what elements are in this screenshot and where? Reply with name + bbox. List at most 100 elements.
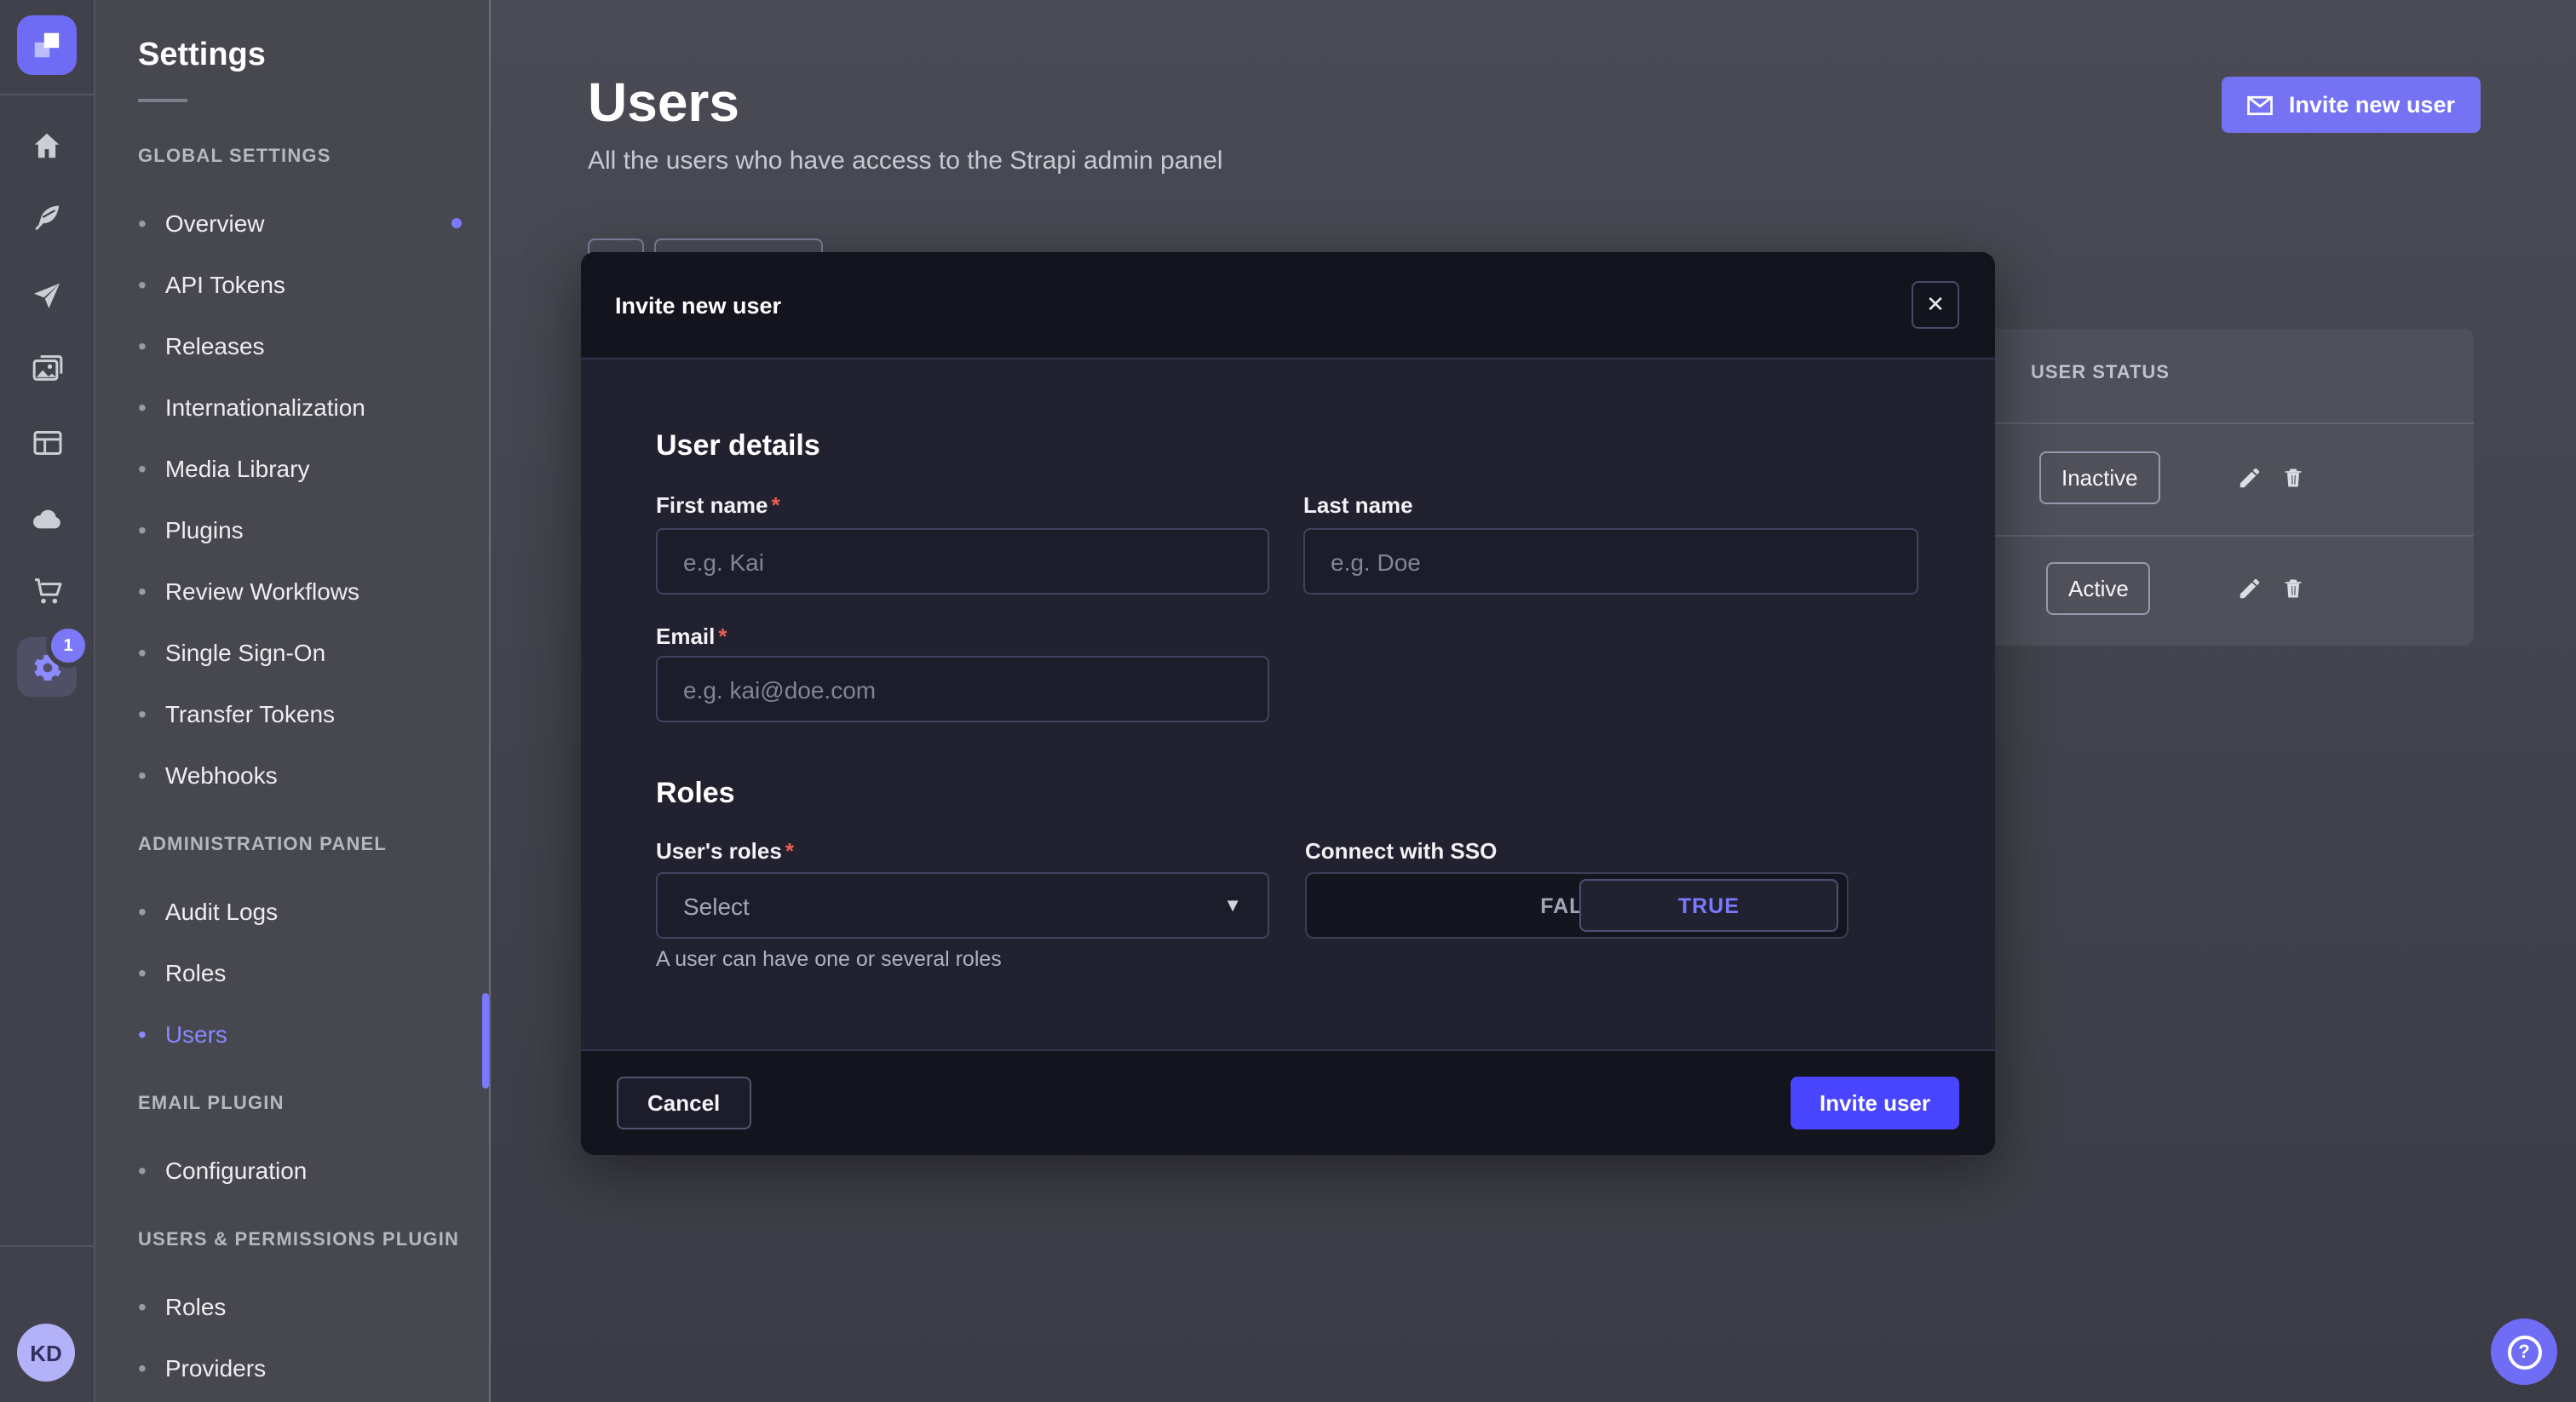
- settings-sidebar: Settings GLOBAL SETTINGS • Overview • AP…: [94, 0, 491, 1402]
- title-underline: [138, 99, 187, 102]
- rail-item-home[interactable]: [0, 114, 94, 175]
- strapi-logo-icon: [31, 29, 63, 61]
- page-title: Users: [588, 72, 739, 135]
- bullet-icon: •: [138, 395, 147, 419]
- sidebar-item-internationalization[interactable]: • Internationalization: [94, 376, 489, 438]
- required-asterisk: *: [785, 838, 794, 864]
- sidebar-item-users[interactable]: • Users: [94, 1003, 489, 1065]
- cancel-button[interactable]: Cancel: [617, 1077, 750, 1129]
- delete-button[interactable]: [2273, 567, 2314, 608]
- close-button[interactable]: ✕: [1912, 281, 1959, 329]
- rail-item-content[interactable]: [0, 186, 94, 247]
- sso-label: Connect with SSO: [1305, 838, 1497, 864]
- app-rail: 1 KD: [0, 0, 95, 1402]
- required-asterisk: *: [718, 623, 727, 649]
- sidebar-item-api-tokens[interactable]: • API Tokens: [94, 254, 489, 315]
- last-name-label: Last name: [1303, 492, 1413, 518]
- pencil-icon: [2236, 575, 2262, 600]
- sidebar-item-webhooks[interactable]: • Webhooks: [94, 744, 489, 806]
- images-icon: [30, 351, 64, 385]
- sso-toggle: FALSE TRUE: [1305, 872, 1849, 939]
- sidebar-item-configuration[interactable]: • Configuration: [94, 1140, 489, 1201]
- section-label-users-permissions-plugin: USERS & PERMISSIONS PLUGIN: [138, 1230, 489, 1252]
- first-name-input[interactable]: [656, 528, 1269, 595]
- sidebar-item-transfer-tokens[interactable]: • Transfer Tokens: [94, 683, 489, 744]
- strapi-logo[interactable]: [17, 15, 77, 75]
- rail-item-content-type-builder[interactable]: [0, 412, 94, 474]
- chevron-down-icon: ▼: [1223, 895, 1242, 916]
- bullet-icon: •: [138, 1158, 147, 1182]
- rail-item-deploy[interactable]: [0, 264, 94, 325]
- section-label-email-plugin: EMAIL PLUGIN: [138, 1094, 489, 1116]
- sidebar-item-single-sign-on[interactable]: • Single Sign-On: [94, 622, 489, 683]
- bullet-icon: •: [138, 579, 147, 603]
- last-name-input[interactable]: [1303, 528, 1918, 595]
- bullet-icon: •: [138, 702, 147, 726]
- modal-header: Invite new user ✕: [581, 252, 1995, 359]
- question-icon: ?: [2507, 1335, 2541, 1369]
- sidebar-item-plugins[interactable]: • Plugins: [94, 499, 489, 560]
- app-window: 1 KD Settings GLOBAL SETTINGS • Overview…: [0, 0, 2576, 1402]
- bullet-icon: •: [138, 273, 147, 296]
- delete-button[interactable]: [2273, 457, 2314, 497]
- section-label-administration-panel: ADMINISTRATION PANEL: [138, 835, 489, 857]
- status-badge: Inactive: [2039, 451, 2160, 504]
- layout-icon: [30, 426, 64, 460]
- status-badge: Active: [2046, 562, 2151, 615]
- email-input[interactable]: [656, 656, 1269, 722]
- rail-item-media-library[interactable]: [0, 337, 94, 399]
- edit-button[interactable]: [2228, 457, 2269, 497]
- roles-select[interactable]: Select ▼: [656, 872, 1269, 939]
- settings-title: Settings: [138, 37, 489, 75]
- bullet-icon: •: [138, 1022, 147, 1046]
- notifications-badge: 1: [46, 623, 90, 668]
- sso-option-true[interactable]: TRUE: [1579, 879, 1838, 932]
- sidebar-item-media-library[interactable]: • Media Library: [94, 438, 489, 499]
- roles-hint: A user can have one or several roles: [656, 947, 1002, 971]
- first-name-label: First name*: [656, 492, 780, 518]
- bullet-icon: •: [138, 899, 147, 923]
- sidebar-item-audit-logs[interactable]: • Audit Logs: [94, 881, 489, 942]
- rail-item-cloud[interactable]: [0, 487, 94, 549]
- pencil-icon: [2236, 464, 2262, 490]
- help-button[interactable]: ?: [2491, 1319, 2557, 1385]
- invite-user-button[interactable]: Invite user: [1791, 1077, 1959, 1129]
- notification-dot: [451, 218, 462, 228]
- bullet-icon: •: [138, 457, 147, 480]
- bullet-icon: •: [138, 1356, 147, 1380]
- section-label-global-settings: GLOBAL SETTINGS: [138, 147, 489, 169]
- invite-new-user-button[interactable]: Invite new user: [2222, 77, 2481, 133]
- bullet-icon: •: [138, 763, 147, 787]
- invite-user-modal: Invite new user ✕ User details First nam…: [581, 252, 1995, 1153]
- roles-heading: Roles: [656, 777, 735, 811]
- invite-new-user-label: Invite new user: [2289, 92, 2455, 118]
- sidebar-item-providers[interactable]: • Providers: [94, 1337, 489, 1399]
- users-roles-label: User's roles*: [656, 838, 794, 864]
- modal-title: Invite new user: [615, 252, 781, 358]
- trash-icon: [2281, 464, 2305, 490]
- trash-icon: [2281, 575, 2305, 600]
- roles-select-value: Select: [683, 892, 1223, 919]
- sidebar-item-admin-roles[interactable]: • Roles: [94, 942, 489, 1003]
- email-label: Email*: [656, 623, 727, 649]
- sidebar-item-overview[interactable]: • Overview: [94, 192, 489, 254]
- modal-footer: Cancel Invite user: [581, 1049, 1995, 1155]
- sidebar-scrollbar-thumb[interactable]: [482, 993, 489, 1089]
- cloud-icon: [29, 500, 65, 536]
- bullet-icon: •: [138, 961, 147, 985]
- bullet-icon: •: [138, 1295, 147, 1319]
- user-avatar[interactable]: KD: [17, 1324, 75, 1382]
- required-asterisk: *: [772, 492, 780, 518]
- paper-plane-icon: [31, 279, 63, 311]
- bullet-icon: •: [138, 211, 147, 235]
- user-details-heading: User details: [656, 429, 820, 463]
- sidebar-item-review-workflows[interactable]: • Review Workflows: [94, 560, 489, 622]
- edit-button[interactable]: [2228, 567, 2269, 608]
- sidebar-item-releases[interactable]: • Releases: [94, 315, 489, 376]
- bullet-icon: •: [138, 641, 147, 664]
- home-icon: [31, 129, 63, 161]
- column-header-user-status: USER STATUS: [2031, 363, 2170, 383]
- sidebar-item-up-roles[interactable]: • Roles: [94, 1276, 489, 1337]
- bullet-icon: •: [138, 334, 147, 358]
- rail-item-marketplace[interactable]: [0, 560, 94, 622]
